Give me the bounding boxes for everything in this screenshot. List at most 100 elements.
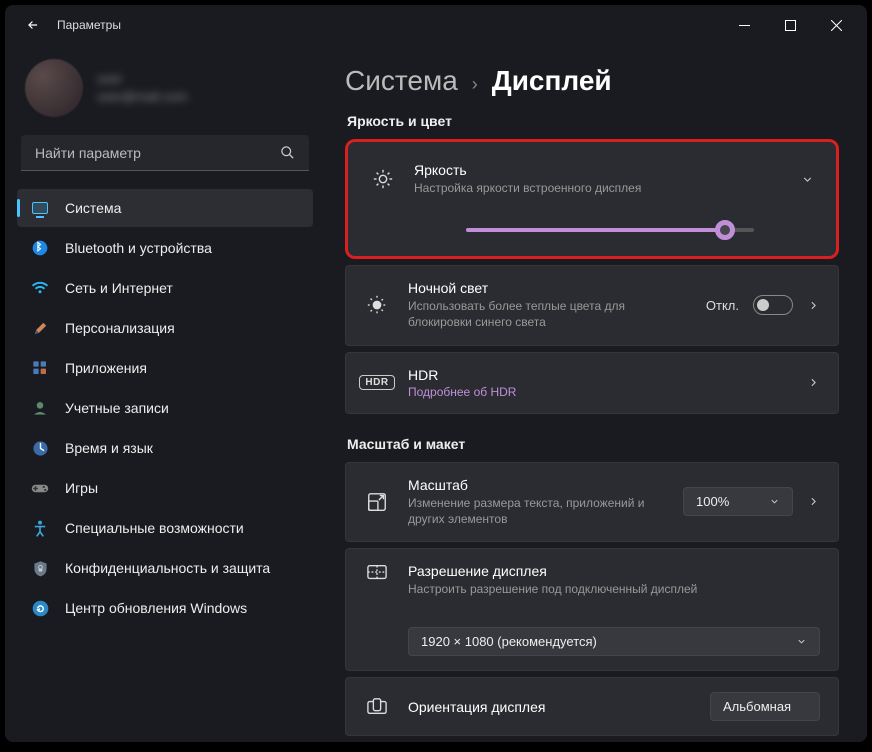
search-icon [280,145,295,160]
resolution-card[interactable]: Разрешение дисплея Настроить разрешение … [345,548,839,671]
wifi-icon [31,279,49,297]
chevron-right-icon[interactable] [807,376,820,389]
sidebar-item-privacy[interactable]: Конфиденциальность и защита [17,549,313,587]
orientation-title: Ориентация дисплея [408,699,692,715]
section-scale-layout: Масштаб и макет [347,436,839,452]
sidebar-item-apps[interactable]: Приложения [17,349,313,387]
dropdown-value: 1920 × 1080 (рекомендуется) [421,634,597,649]
monitor-icon [31,199,49,217]
profile-block[interactable]: user user@mail.com [17,45,313,135]
sun-icon [370,168,396,190]
accessibility-icon [31,519,49,537]
brightness-sub: Настройка яркости встроенного дисплея [414,180,783,196]
nav: Система Bluetooth и устройства Сеть и Ин… [17,189,313,627]
sidebar-item-accounts[interactable]: Учетные записи [17,389,313,427]
scale-card[interactable]: Масштаб Изменение размера текста, прилож… [345,462,839,542]
chevron-right-icon[interactable] [807,299,820,312]
slider-thumb[interactable] [715,220,735,240]
sidebar-item-label: Игры [65,480,98,496]
resolution-text: Разрешение дисплея Настроить разрешение … [408,563,820,597]
window-title: Параметры [57,18,121,32]
sidebar-item-bluetooth[interactable]: Bluetooth и устройства [17,229,313,267]
back-button[interactable] [13,5,53,45]
sidebar-item-personalization[interactable]: Персонализация [17,309,313,347]
sidebar-item-label: Приложения [65,360,147,376]
bluetooth-icon [31,239,49,257]
sidebar-item-label: Конфиденциальность и защита [65,560,270,576]
orientation-icon [364,697,390,717]
hdr-title: HDR [408,367,789,383]
scale-text: Масштаб Изменение размера текста, прилож… [408,477,665,527]
orientation-text: Ориентация дисплея [408,699,692,715]
search-box[interactable] [21,135,309,171]
brightness-text: Яркость Настройка яркости встроенного ди… [414,162,783,196]
maximize-button[interactable] [767,5,813,45]
clock-globe-icon [31,439,49,457]
sidebar-item-label: Bluetooth и устройства [65,240,212,256]
settings-window: Параметры user user@mail.com [5,5,867,742]
sidebar-item-time-language[interactable]: Время и язык [17,429,313,467]
titlebar: Параметры [5,5,867,45]
paintbrush-icon [31,319,49,337]
sidebar-item-label: Персонализация [65,320,175,336]
scale-sub: Изменение размера текста, приложений и д… [408,495,665,527]
toggle-state-label: Откл. [706,298,739,313]
page-title: Дисплей [492,65,612,97]
night-light-sub: Использовать более теплые цвета для блок… [408,298,688,330]
night-light-icon [364,294,390,316]
chevron-down-icon[interactable] [801,173,814,186]
hdr-text: HDR Подробнее об HDR [408,367,789,399]
avatar [25,59,83,117]
update-icon [31,599,49,617]
resolution-sub: Настроить разрешение под подключенный ди… [408,581,820,597]
breadcrumb: Система › Дисплей [345,65,839,97]
apps-icon [31,359,49,377]
sidebar-item-system[interactable]: Система [17,189,313,227]
hdr-icon: HDR [364,375,390,390]
gamepad-icon [31,479,49,497]
person-icon [31,399,49,417]
sidebar-item-label: Сеть и Интернет [65,280,173,296]
sidebar-item-label: Центр обновления Windows [65,600,247,616]
brightness-title: Яркость [414,162,783,178]
dropdown-value: Альбомная [723,699,791,714]
main-content: Система › Дисплей Яркость и цвет Яркость… [325,45,867,742]
chevron-right-icon: › [472,74,478,95]
sidebar-item-label: Время и язык [65,440,153,456]
sidebar-item-windows-update[interactable]: Центр обновления Windows [17,589,313,627]
breadcrumb-parent[interactable]: Система [345,65,458,97]
hdr-link[interactable]: Подробнее об HDR [408,385,789,399]
section-brightness-color: Яркость и цвет [347,113,839,129]
sidebar-item-label: Специальные возможности [65,520,244,536]
sidebar-item-label: Система [65,200,121,216]
night-light-text: Ночной свет Использовать более теплые цв… [408,280,688,330]
orientation-dropdown[interactable]: Альбомная [710,692,820,721]
window-controls [721,5,859,45]
shield-icon [31,559,49,577]
close-button[interactable] [813,5,859,45]
hdr-card[interactable]: HDR HDR Подробнее об HDR [345,352,839,414]
brightness-card[interactable]: Яркость Настройка яркости встроенного ди… [345,139,839,259]
profile-text: user user@mail.com [97,70,188,106]
chevron-down-icon [769,496,780,507]
night-light-title: Ночной свет [408,280,688,296]
chevron-down-icon [796,636,807,647]
scale-dropdown[interactable]: 100% [683,487,793,516]
sidebar-item-label: Учетные записи [65,400,169,416]
scale-icon [364,491,390,513]
chevron-right-icon[interactable] [807,495,820,508]
resolution-title: Разрешение дисплея [408,563,820,579]
sidebar-item-network[interactable]: Сеть и Интернет [17,269,313,307]
sidebar-item-accessibility[interactable]: Специальные возможности [17,509,313,547]
minimize-button[interactable] [721,5,767,45]
sidebar-item-gaming[interactable]: Игры [17,469,313,507]
night-light-toggle[interactable] [753,295,793,315]
resolution-dropdown[interactable]: 1920 × 1080 (рекомендуется) [408,627,820,656]
scale-title: Масштаб [408,477,665,493]
dropdown-value: 100% [696,494,729,509]
orientation-card[interactable]: Ориентация дисплея Альбомная [345,677,839,736]
resolution-icon [364,563,390,583]
search-input[interactable] [35,145,280,161]
night-light-card[interactable]: Ночной свет Использовать более теплые цв… [345,265,839,345]
brightness-slider[interactable] [370,228,814,232]
